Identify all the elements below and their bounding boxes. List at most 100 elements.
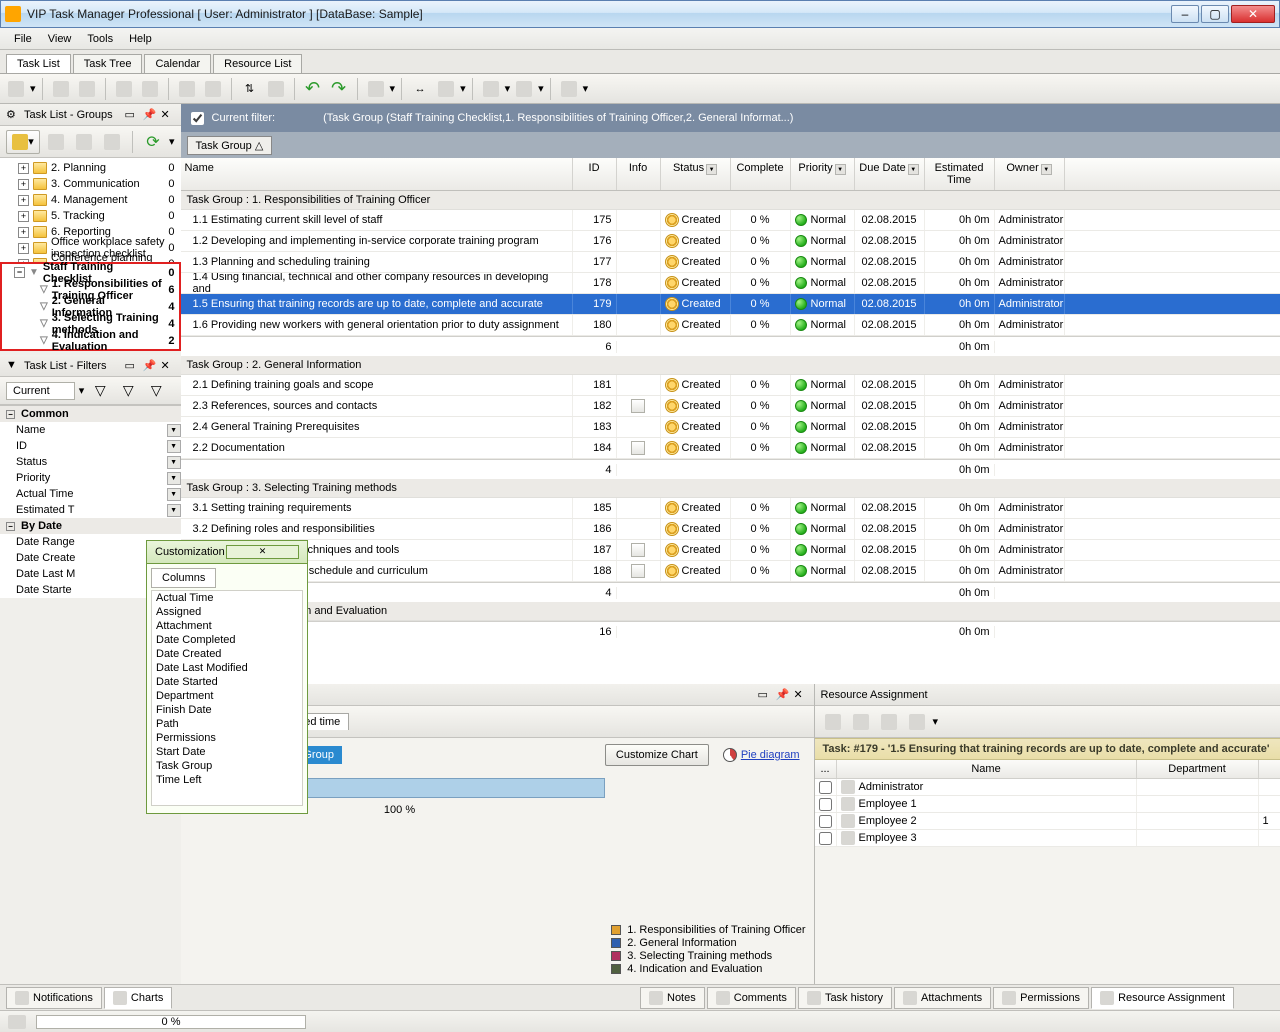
customization-item[interactable]: Date Last Modified <box>152 661 302 675</box>
resource-toolbar-1[interactable] <box>821 710 845 734</box>
customization-item[interactable]: Task Group <box>152 759 302 773</box>
resource-toolbar-2[interactable] <box>849 710 873 734</box>
col-hdr-info[interactable]: Info <box>617 158 661 190</box>
task-row[interactable]: 3.1 Setting training requirements 185 Cr… <box>181 498 1280 519</box>
tab-task-tree[interactable]: Task Tree <box>73 54 143 73</box>
resource-checkbox[interactable] <box>819 798 832 811</box>
dropdown-icon[interactable]: ▼ <box>167 472 181 485</box>
customization-item[interactable]: Date Completed <box>152 633 302 647</box>
customization-item[interactable]: Department <box>152 689 302 703</box>
filter-row[interactable]: Name▼ <box>0 422 181 438</box>
toolbar-btn-14[interactable] <box>557 77 581 101</box>
close-icon[interactable]: ✕ <box>161 108 175 122</box>
toolbar-btn-2[interactable] <box>49 77 73 101</box>
task-row[interactable]: 3.2 Defining roles and responsibilities … <box>181 519 1280 540</box>
customization-item[interactable]: Start Date <box>152 745 302 759</box>
customization-item[interactable]: Attachment <box>152 619 302 633</box>
pin-icon[interactable]: 📌 <box>776 688 790 702</box>
tree-item[interactable]: +4. Management0 <box>6 192 179 208</box>
filter-toolbar-2[interactable]: ▽ <box>116 379 140 403</box>
resource-checkbox[interactable] <box>819 815 832 828</box>
pin-icon[interactable]: 📌 <box>143 359 157 373</box>
task-row[interactable]: 2.4 General Training Prerequisites 183 C… <box>181 417 1280 438</box>
resource-row[interactable]: Administrator <box>815 779 1280 796</box>
customization-item[interactable]: Actual Time <box>152 591 302 605</box>
customization-item[interactable]: Date Created <box>152 647 302 661</box>
resource-checkbox[interactable] <box>819 781 832 794</box>
tree-item[interactable]: +3. Communication0 <box>6 176 179 192</box>
toolbar-btn-5[interactable] <box>138 77 162 101</box>
bottom-tab[interactable]: Resource Assignment <box>1091 987 1234 1009</box>
bottom-tab[interactable]: Comments <box>707 987 796 1009</box>
group-by-bar[interactable]: Task Group △ <box>181 132 1280 158</box>
resource-col-name[interactable]: Name <box>837 760 1137 778</box>
bottom-tab[interactable]: Notifications <box>6 987 102 1009</box>
customization-item[interactable]: Path <box>152 717 302 731</box>
toolbar-btn-11[interactable] <box>434 77 458 101</box>
menu-file[interactable]: File <box>6 33 40 45</box>
toolbar-btn-4[interactable] <box>112 77 136 101</box>
customization-item[interactable]: Finish Date <box>152 703 302 717</box>
groups-toolbar-refresh-icon[interactable]: ⟳ <box>141 130 165 154</box>
close-icon[interactable]: ✕ <box>794 688 808 702</box>
task-row[interactable]: 2.3 References, sources and contacts 182… <box>181 396 1280 417</box>
col-priority-filter[interactable]: ▼ <box>835 164 846 175</box>
filters-section-common[interactable]: Common <box>21 408 69 420</box>
filter-toolbar-1[interactable]: ▽ <box>88 379 112 403</box>
group-row[interactable]: Task Group : 3. Selecting Training metho… <box>181 479 1280 498</box>
toolbar-btn-12[interactable] <box>479 77 503 101</box>
resource-col-job[interactable]: Job title <box>1259 760 1280 778</box>
tab-resource-list[interactable]: Resource List <box>213 54 302 73</box>
menu-view[interactable]: View <box>40 33 80 45</box>
group-row[interactable]: Task Group : 1. Responsibilities of Trai… <box>181 191 1280 210</box>
col-hdr-priority[interactable]: Priority <box>798 162 832 174</box>
restore-icon[interactable]: ▭ <box>125 108 139 122</box>
bottom-tab[interactable]: Notes <box>640 987 705 1009</box>
task-row[interactable]: 1.1 Estimating current skill level of st… <box>181 210 1280 231</box>
tree-item[interactable]: +5. Tracking0 <box>6 208 179 224</box>
resource-row[interactable]: Employee 21 <box>815 813 1280 830</box>
toolbar-btn-13[interactable] <box>512 77 536 101</box>
toolbar-undo-icon[interactable]: ↶ <box>301 77 325 101</box>
task-row[interactable]: 2.1 Defining training goals and scope 18… <box>181 375 1280 396</box>
col-hdr-id[interactable]: ID <box>573 158 617 190</box>
toolbar-btn-10[interactable]: ↔ <box>408 77 432 101</box>
customization-list[interactable]: Actual TimeAssignedAttachmentDate Comple… <box>151 590 303 806</box>
customization-popup[interactable]: Customization ✕ Columns Actual TimeAssig… <box>146 540 308 814</box>
current-filter-checkbox[interactable] <box>191 112 204 125</box>
task-row[interactable]: 2.2 Documentation 184 Created 0 % Normal… <box>181 438 1280 459</box>
resource-grid[interactable]: ... Name Department Job title Administra… <box>815 760 1280 847</box>
menu-tools[interactable]: Tools <box>79 33 121 45</box>
bottom-tab[interactable]: Attachments <box>894 987 991 1009</box>
customization-item[interactable]: Assigned <box>152 605 302 619</box>
minimize-button[interactable] <box>1171 5 1199 23</box>
bottom-tab[interactable]: Task history <box>798 987 892 1009</box>
maximize-button[interactable] <box>1201 5 1229 23</box>
customization-item[interactable]: Date Started <box>152 675 302 689</box>
pie-diagram-link[interactable]: Pie diagram <box>723 748 800 762</box>
tree-item[interactable]: ▽4. Indication and Evaluation2 <box>2 332 179 349</box>
toolbar-btn-6[interactable] <box>175 77 199 101</box>
toolbar-btn-8[interactable] <box>264 77 288 101</box>
restore-icon[interactable]: ▭ <box>758 688 772 702</box>
dropdown-icon[interactable]: ▼ <box>167 488 181 501</box>
task-row[interactable]: 1.5 Ensuring that training records are u… <box>181 294 1280 315</box>
filter-row[interactable]: Estimated T▼ <box>0 502 181 518</box>
task-row[interactable]: 1.3 Planning and scheduling training 177… <box>181 252 1280 273</box>
menu-help[interactable]: Help <box>121 33 160 45</box>
col-status-filter[interactable]: ▼ <box>706 164 717 175</box>
customization-close-icon[interactable]: ✕ <box>226 545 299 559</box>
groups-toolbar-3[interactable] <box>72 130 96 154</box>
toolbar-redo-icon[interactable]: ↷ <box>327 77 351 101</box>
task-row[interactable]: 1.4 Using financial, technical and other… <box>181 273 1280 294</box>
resource-checkbox[interactable] <box>819 832 832 845</box>
dropdown-icon[interactable]: ▼ <box>167 504 181 517</box>
pin-icon[interactable]: 📌 <box>143 108 157 122</box>
toolbar-btn-7[interactable] <box>201 77 225 101</box>
filter-row[interactable]: Priority▼ <box>0 470 181 486</box>
col-hdr-name[interactable]: Name <box>181 158 573 190</box>
task-row[interactable]: 3.4 Drawing up training schedule and cur… <box>181 561 1280 582</box>
tab-task-list[interactable]: Task List <box>6 54 71 73</box>
filter-toolbar-3[interactable]: ▽ <box>144 379 168 403</box>
col-hdr-due[interactable]: Due Date <box>859 162 905 174</box>
